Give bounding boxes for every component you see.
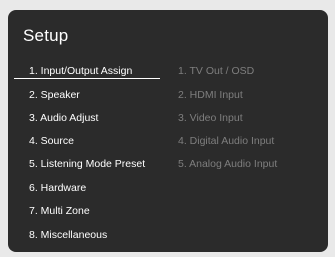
menu-item-multi-zone[interactable]: 7. Multi Zone <box>29 205 90 218</box>
menu-item-speaker[interactable]: 2. Speaker <box>29 89 80 102</box>
menu-item-audio-adjust[interactable]: 3. Audio Adjust <box>29 112 98 125</box>
submenu-item-hdmi-input[interactable]: 2. HDMI Input <box>178 89 243 102</box>
submenu-item-tv-out-osd[interactable]: 1. TV Out / OSD <box>178 65 254 78</box>
menu-item-source[interactable]: 4. Source <box>29 135 74 148</box>
menu-item-listening-mode-preset[interactable]: 5. Listening Mode Preset <box>29 158 145 171</box>
menu-item-miscellaneous[interactable]: 8. Miscellaneous <box>29 229 107 242</box>
submenu-item-video-input[interactable]: 3. Video Input <box>178 112 243 125</box>
device-frame: Setup 1. Input/Output Assign 2. Speaker … <box>0 0 335 257</box>
menu-item-hardware[interactable]: 6. Hardware <box>29 182 86 195</box>
selection-underline <box>14 78 160 79</box>
submenu-item-analog-audio-input[interactable]: 5. Analog Audio Input <box>178 158 277 171</box>
menu-item-input-output-assign[interactable]: 1. Input/Output Assign <box>29 65 132 78</box>
page-title: Setup <box>23 26 69 45</box>
submenu-item-digital-audio-input[interactable]: 4. Digital Audio Input <box>178 135 274 148</box>
